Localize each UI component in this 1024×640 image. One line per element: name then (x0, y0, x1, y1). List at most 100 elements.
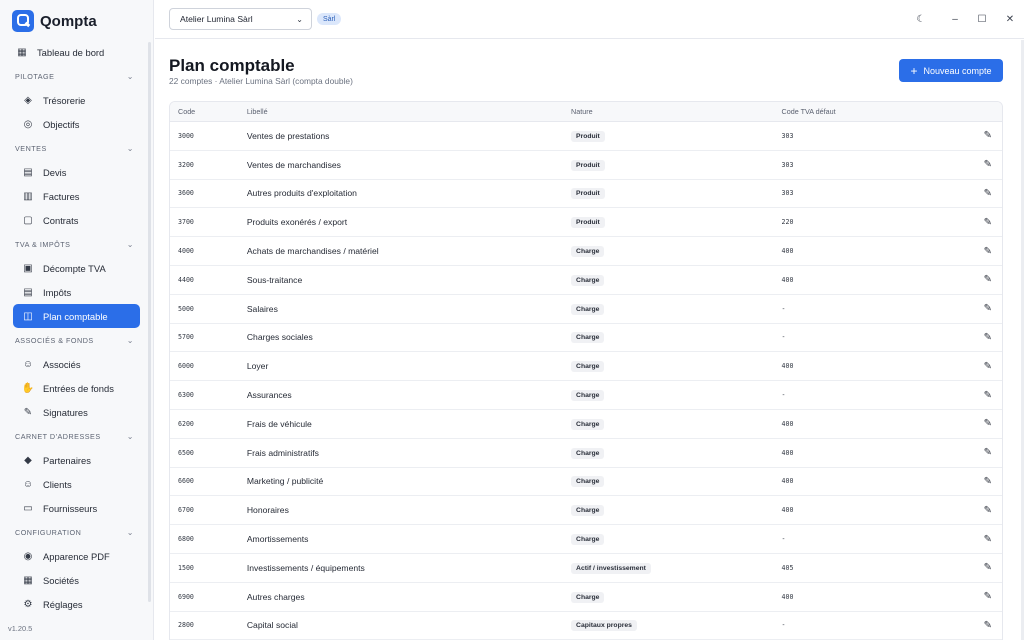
cell-tva-code: 400 (781, 477, 794, 486)
table-row[interactable]: 2800 Capital social Capitaux propres - ✎ (170, 612, 1002, 640)
table-row[interactable]: 3000 Ventes de prestations Produit 303 ✎ (170, 122, 1002, 151)
sidebar-item-label: Trésorerie (43, 94, 86, 106)
edit-pencil-icon[interactable]: ✎ (984, 217, 992, 228)
sidebar-item-objectifs[interactable]: ◎ Objectifs (13, 112, 140, 136)
sidebar-item-partenaires[interactable]: ◆ Partenaires (13, 448, 140, 472)
cell-tva-code: - (781, 535, 786, 544)
table-row[interactable]: 1500 Investissements / équipements Actif /… (170, 554, 1002, 583)
edit-pencil-icon[interactable]: ✎ (984, 246, 992, 257)
app-name: Qompta (40, 12, 97, 30)
nav-group-ventes[interactable]: Ventes ⌄ (15, 136, 134, 160)
table-row[interactable]: 5000 Salaires Charge - ✎ (170, 295, 1002, 324)
new-account-button-label: Nouveau compte (923, 65, 992, 76)
sidebar-item-reglages[interactable]: ⚙ Réglages (13, 592, 140, 616)
cell-tva-code: - (781, 621, 786, 630)
nav-group-associes-fonds[interactable]: Associés & fonds ⌄ (15, 328, 134, 352)
sidebar-item-impots[interactable]: ▤ Impôts (13, 280, 140, 304)
table-row[interactable]: 6700 Honoraires Charge 400 ✎ (170, 496, 1002, 526)
chevron-down-icon: ⌄ (296, 14, 303, 24)
table-row[interactable]: 6600 Marketing / publicité Charge 400 ✎ (170, 468, 1002, 497)
table-row[interactable]: 6000 Loyer Charge 400 ✎ (170, 352, 1002, 382)
edit-pencil-icon[interactable]: ✎ (984, 620, 992, 631)
company-select-value: Atelier Lumina Sàrl (180, 14, 253, 24)
sidebar-item-apparence-pdf[interactable]: ◉ Apparence PDF (13, 544, 140, 568)
edit-pencil-icon[interactable]: ✎ (984, 159, 992, 170)
nav-group-carnet-adresses[interactable]: Carnet d'adresses ⌄ (15, 424, 134, 448)
cell-actions: ✎ (951, 332, 1002, 343)
sidebar-item-signatures[interactable]: ✎ Signatures (13, 400, 140, 424)
cell-code: 1500 (178, 563, 194, 572)
sidebar-scrollbar[interactable] (148, 42, 151, 602)
cell-actions: ✎ (951, 130, 1002, 141)
sidebar-item-clients[interactable]: ☺ Clients (13, 472, 140, 496)
cell-nature: Charge (571, 447, 781, 459)
users-icon: ☺ (22, 358, 34, 370)
book-open-icon: ◫ (23, 310, 33, 322)
table-row[interactable]: 4000 Achats de marchandises / matériel Cha… (170, 237, 1002, 266)
table-row[interactable]: 6800 Amortissements Charge - ✎ (170, 525, 1002, 554)
close-icon[interactable]: ✕ (1003, 12, 1017, 26)
edit-pencil-icon[interactable]: ✎ (984, 476, 992, 487)
sidebar-item-fournisseurs[interactable]: ▭ Fournisseurs (13, 496, 140, 520)
edit-pencil-icon[interactable]: ✎ (984, 418, 992, 429)
minimize-icon[interactable]: – (948, 12, 962, 26)
nav-group-title: Carnet d'adresses (15, 431, 101, 441)
sidebar-item-devis[interactable]: ▤ Devis (13, 160, 140, 184)
column-header-nature[interactable]: Nature (571, 107, 781, 116)
maximize-icon[interactable]: ☐ (975, 12, 989, 26)
sidebar-item-societes[interactable]: ▦ Sociétés (13, 568, 140, 592)
edit-pencil-icon[interactable]: ✎ (984, 303, 992, 314)
table-row[interactable]: 4400 Sous-traitance Charge 400 ✎ (170, 266, 1002, 295)
table-row[interactable]: 3600 Autres produits d'exploitation Produi… (170, 180, 1002, 209)
dark-mode-toggle-icon[interactable]: ☾ (914, 12, 928, 26)
edit-pencil-icon[interactable]: ✎ (984, 274, 992, 285)
cell-nature: Produit (571, 216, 781, 229)
column-header-code[interactable]: Code (170, 107, 247, 116)
cell-code: 3600 (178, 189, 194, 198)
table-row[interactable]: 6200 Frais de véhicule Charge 400 ✎ (170, 410, 1002, 439)
cell-code: 3200 (178, 160, 194, 169)
edit-pencil-icon[interactable]: ✎ (984, 505, 992, 516)
sidebar-item-dashboard[interactable]: ▦ Tableau de bord (13, 40, 140, 64)
nature-badge: Charge (571, 505, 605, 517)
table-row[interactable]: 3200 Ventes de marchandises Produit 303 ✎ (170, 151, 1002, 180)
cell-nature: Charge (571, 303, 781, 315)
sidebar-item-factures[interactable]: ▥ Factures (13, 184, 140, 208)
edit-pencil-icon[interactable]: ✎ (984, 188, 992, 199)
sidebar-item-label: Partenaires (43, 454, 91, 466)
table-row[interactable]: 6500 Frais administratifs Charge 400 ✎ (170, 439, 1002, 468)
table-row[interactable]: 6300 Assurances Charge - ✎ (170, 381, 1002, 410)
cell-nature: Capitaux propres (571, 619, 781, 632)
edit-pencil-icon[interactable]: ✎ (984, 130, 992, 141)
table-row[interactable]: 5700 Charges sociales Charge - ✎ (170, 324, 1002, 353)
sidebar-item-decompte-tva[interactable]: ▣ Décompte TVA (13, 256, 140, 280)
nav-group-configuration[interactable]: Configuration ⌄ (15, 520, 134, 544)
cell-tva-code: 220 (781, 218, 794, 227)
edit-pencil-icon[interactable]: ✎ (984, 332, 992, 343)
cell-tva-code: 405 (781, 563, 794, 572)
nav-group-title: Pilotage (15, 71, 55, 81)
cell-tva-code: 400 (781, 362, 794, 371)
sidebar-item-plan-comptable[interactable]: ◫ Plan comptable (13, 304, 140, 328)
edit-pencil-icon[interactable]: ✎ (984, 390, 992, 401)
company-select[interactable]: Atelier Lumina Sàrl ⌄ (169, 8, 312, 30)
edit-pencil-icon[interactable]: ✎ (984, 562, 992, 573)
nav-group-tva-impots[interactable]: TVA & impôts ⌄ (15, 232, 134, 256)
column-header-label[interactable]: Libellé (247, 107, 571, 116)
edit-pencil-icon[interactable]: ✎ (984, 534, 992, 545)
sidebar-item-contrats[interactable]: ▢ Contrats (13, 208, 140, 232)
column-header-tva[interactable]: Code TVA défaut (782, 107, 952, 116)
sidebar-item-label: Factures (43, 190, 80, 202)
sidebar-item-tresorerie[interactable]: ◈ Trésorerie (13, 88, 140, 112)
nav-group-pilotage[interactable]: Pilotage ⌄ (15, 64, 134, 88)
sidebar-item-associes[interactable]: ☺ Associés (13, 352, 140, 376)
edit-pencil-icon[interactable]: ✎ (984, 361, 992, 372)
sidebar-item-entrees-fonds[interactable]: ✋ Entrées de fonds (13, 376, 140, 400)
table-row[interactable]: 3700 Produits exonérés / export Produit 220… (170, 208, 1002, 238)
edit-pencil-icon[interactable]: ✎ (984, 447, 992, 458)
edit-pencil-icon[interactable]: ✎ (984, 591, 992, 602)
table-row[interactable]: 6900 Autres charges Charge 400 ✎ (170, 583, 1002, 612)
cell-actions: ✎ (951, 476, 1002, 487)
nav-group-title: TVA & impôts (15, 239, 71, 249)
new-account-button[interactable]: + Nouveau compte (899, 59, 1003, 82)
